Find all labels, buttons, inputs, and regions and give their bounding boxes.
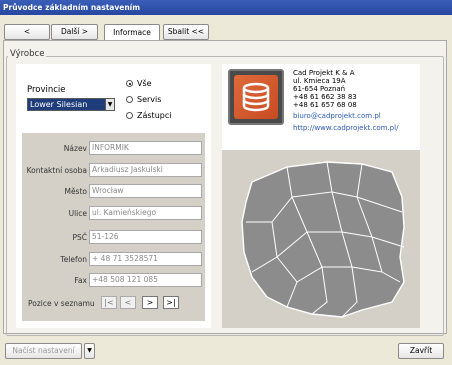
radio-dot-icon bbox=[126, 112, 133, 119]
chevron-down-icon[interactable]: ▼ bbox=[84, 343, 95, 359]
group-label: Výrobce bbox=[8, 49, 47, 59]
company-phone2: +48 61 657 68 08 bbox=[293, 101, 357, 109]
fax-label: Fax bbox=[74, 276, 87, 285]
company-name: Cad Projekt K & A bbox=[293, 69, 355, 77]
zip-label: PSČ bbox=[72, 233, 87, 242]
street-label: Ulice bbox=[68, 209, 87, 218]
fax-field[interactable]: +48 508 121 085 bbox=[89, 273, 202, 287]
close-button[interactable]: Zavřít bbox=[398, 343, 444, 359]
window-title: Průvodce základním nastavením bbox=[0, 0, 452, 15]
prev-record-button[interactable]: < bbox=[120, 296, 136, 309]
contact-field[interactable]: Arkadiusz Jaskulski bbox=[89, 163, 202, 177]
next-record-button[interactable]: > bbox=[142, 296, 158, 309]
poland-map[interactable] bbox=[232, 152, 412, 322]
phone-field[interactable]: + 48 71 3528571 bbox=[89, 252, 202, 266]
radio-dot-icon bbox=[126, 80, 133, 87]
company-logo bbox=[228, 69, 284, 125]
chevron-down-icon[interactable]: ▼ bbox=[105, 98, 115, 111]
radio-service-label: Servis bbox=[137, 95, 162, 104]
load-settings-button[interactable]: Načíst nastavení bbox=[5, 343, 82, 359]
radio-all-label: Vše bbox=[137, 79, 152, 88]
phone-label: Telefon bbox=[60, 255, 87, 264]
next-button[interactable]: Další > bbox=[51, 24, 98, 40]
last-record-button[interactable]: >| bbox=[163, 296, 179, 309]
radio-all[interactable]: Vše bbox=[126, 79, 152, 88]
first-record-button[interactable]: |< bbox=[101, 296, 117, 309]
collapse-button[interactable]: Sbalit << bbox=[163, 24, 209, 40]
database-icon bbox=[242, 82, 270, 112]
street-field[interactable]: ul. Kamieńskiego bbox=[89, 206, 202, 220]
city-field[interactable]: Wrocław bbox=[89, 184, 202, 198]
company-phone1: +48 61 662 38 83 bbox=[293, 93, 357, 101]
province-select[interactable]: Lower Silesian bbox=[27, 98, 115, 111]
zip-field[interactable]: 51-126 bbox=[89, 230, 202, 244]
company-website[interactable]: http://www.cadprojekt.com.pl/ bbox=[293, 124, 398, 132]
position-label: Pozice v seznamu bbox=[28, 299, 95, 308]
name-label: Název bbox=[63, 144, 87, 153]
contact-label: Kontaktní osoba bbox=[26, 166, 87, 175]
radio-representatives[interactable]: Zástupci bbox=[126, 111, 171, 120]
city-label: Město bbox=[64, 187, 87, 196]
company-city: 61-654 Poznań bbox=[293, 85, 346, 93]
province-label: Provincie bbox=[27, 85, 66, 95]
radio-dot-icon bbox=[126, 96, 133, 103]
previous-button[interactable]: < Předchozí bbox=[4, 24, 50, 50]
name-field[interactable]: INFORMIK bbox=[89, 141, 202, 155]
company-email[interactable]: biuro@cadprojekt.com.pl bbox=[293, 112, 381, 120]
details-panel bbox=[22, 133, 205, 321]
tab-info[interactable]: Informace bbox=[104, 24, 160, 41]
radio-service[interactable]: Servis bbox=[126, 95, 161, 104]
company-street: ul. Kmieca 19A bbox=[293, 77, 346, 85]
radio-representatives-label: Zástupci bbox=[137, 111, 172, 120]
